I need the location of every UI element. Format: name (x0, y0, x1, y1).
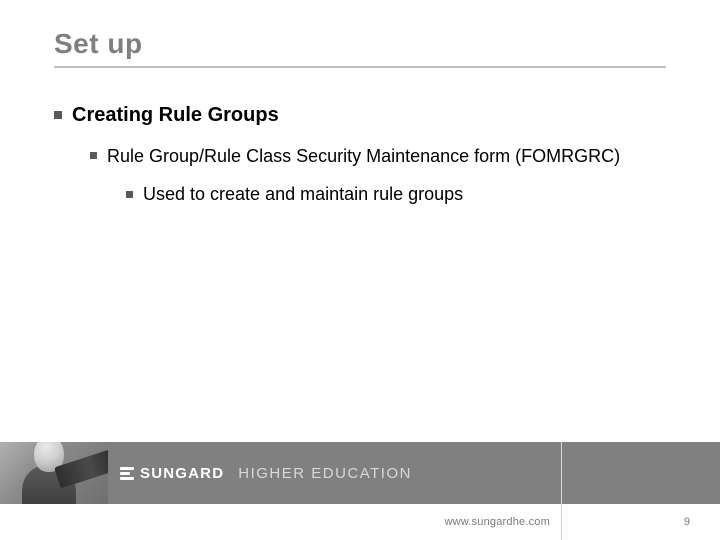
bullet-level2-text: Rule Group/Rule Class Security Maintenan… (107, 145, 620, 168)
brand-block: SUNGARD HIGHER EDUCATION (120, 442, 412, 504)
brand-sungard: SUNGARD (120, 465, 224, 482)
bullet-square-icon (54, 111, 62, 119)
footer-url: www.sungardhe.com (444, 504, 550, 540)
bullet-square-icon (126, 191, 133, 198)
footer-bottom: www.sungardhe.com 9 (0, 504, 720, 540)
footer-band: SUNGARD HIGHER EDUCATION (0, 442, 720, 504)
footer: SUNGARD HIGHER EDUCATION www.sungardhe.c… (0, 442, 720, 540)
bullet-level3-text: Used to create and maintain rule groups (143, 184, 463, 205)
footer-photo (0, 442, 108, 504)
sungard-logo-icon (120, 467, 134, 480)
bullet-level1-text: Creating Rule Groups (72, 104, 279, 127)
title-divider (54, 66, 666, 68)
brand-sungard-text: SUNGARD (140, 465, 224, 482)
footer-band-right (562, 442, 720, 504)
bullet-level2: Rule Group/Rule Class Security Maintenan… (90, 145, 666, 168)
slide: Set up Creating Rule Groups Rule Group/R… (0, 0, 720, 540)
bullet-level3: Used to create and maintain rule groups (126, 184, 666, 205)
page-number: 9 (684, 504, 690, 540)
slide-title: Set up (54, 28, 143, 60)
bullet-square-icon (90, 152, 97, 159)
brand-he-text: HIGHER EDUCATION (238, 465, 412, 482)
bullet-level1: Creating Rule Groups (54, 104, 666, 127)
content-bullets: Creating Rule Groups Rule Group/Rule Cla… (54, 104, 666, 205)
